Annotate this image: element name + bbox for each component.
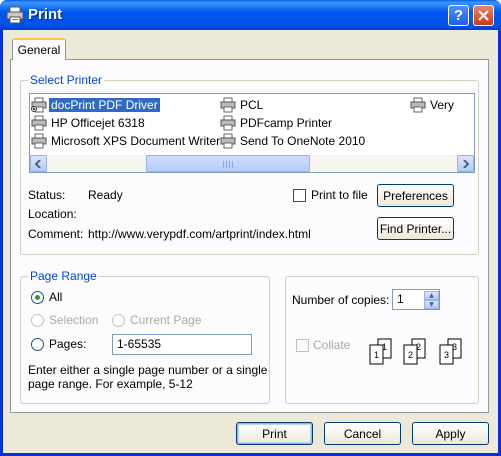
printer-icon: [410, 97, 426, 113]
printer-label: docPrint PDF Driver: [49, 98, 160, 112]
copies-spinner[interactable]: ▲ ▼: [424, 291, 439, 309]
select-printer-legend: Select Printer: [28, 73, 105, 87]
horizontal-scrollbar[interactable]: [30, 155, 474, 172]
collate-label[interactable]: Collate: [313, 338, 350, 352]
printer-icon: [6, 6, 24, 24]
preferences-button[interactable]: Preferences: [377, 184, 454, 207]
printer-item-onenote[interactable]: Send To OneNote 2010: [220, 133, 367, 149]
help-button[interactable]: ?: [448, 5, 469, 26]
close-icon: [478, 10, 489, 21]
svg-text:1: 1: [374, 350, 379, 360]
printer-icon: [31, 115, 47, 131]
grip-icon: [223, 161, 233, 168]
pages-radio[interactable]: [31, 338, 44, 351]
apply-button[interactable]: Apply: [412, 422, 489, 445]
print-dialog: Print ? General Select Printer docPrint …: [0, 0, 501, 456]
find-printer-button[interactable]: Find Printer...: [377, 217, 454, 240]
printer-icon: [31, 133, 47, 149]
tab-general[interactable]: General: [12, 38, 66, 60]
close-button[interactable]: [473, 5, 494, 26]
printer-label: Very: [430, 98, 455, 112]
page-range-group: Page Range All Selection Current Page Pa…: [20, 269, 270, 404]
pages-label[interactable]: Pages:: [49, 337, 86, 351]
selection-radio[interactable]: [31, 314, 44, 327]
scroll-thumb[interactable]: [146, 155, 310, 172]
printer-item-hp[interactable]: HP Officejet 6318: [31, 115, 147, 131]
cancel-button[interactable]: Cancel: [324, 422, 401, 445]
status-label: Status:: [28, 188, 66, 202]
dialog-client-area: General Select Printer docPrint PDF Driv…: [3, 30, 498, 453]
all-label[interactable]: All: [49, 290, 62, 304]
printer-list[interactable]: docPrint PDF Driver HP Officejet 6318 Mi…: [29, 93, 475, 173]
printer-item-xps[interactable]: Microsoft XPS Document Writer: [31, 133, 222, 149]
printer-label: Microsoft XPS Document Writer: [51, 134, 221, 148]
collate-illustration-icon: 1 1 2 2 3 3: [369, 338, 462, 365]
spin-down-icon[interactable]: ▼: [424, 300, 439, 309]
printer-label: PCL: [240, 98, 264, 112]
printer-item-pdfcamp[interactable]: PDFcamp Printer: [220, 115, 334, 131]
window-title: Print: [28, 6, 63, 23]
page-range-legend: Page Range: [28, 269, 99, 283]
arrow-right-icon: [463, 159, 469, 168]
copies-group: Number of copies: 1 ▲ ▼ Collate 1 1 2 2: [285, 276, 479, 404]
select-printer-group: Select Printer docPrint PDF Driver HP Of…: [20, 73, 479, 255]
printer-item-very[interactable]: Very: [410, 97, 474, 113]
selection-label[interactable]: Selection: [49, 313, 98, 327]
general-tab-panel: Select Printer docPrint PDF Driver HP Of…: [10, 59, 489, 413]
copies-value: 1: [397, 292, 404, 306]
comment-value: http://www.verypdf.com/artprint/index.ht…: [88, 227, 311, 241]
printer-item-docprint[interactable]: docPrint PDF Driver: [31, 97, 160, 113]
current-page-label[interactable]: Current Page: [130, 313, 201, 327]
printer-label: HP Officejet 6318: [51, 116, 145, 130]
scroll-right-button[interactable]: [457, 155, 474, 172]
arrow-left-icon: [35, 159, 41, 168]
page-range-hint-line1: Enter either a single page number or a s…: [28, 363, 268, 377]
number-of-copies-label: Number of copies:: [292, 293, 390, 307]
print-to-file-label[interactable]: Print to file: [311, 188, 368, 202]
printer-label: Send To OneNote 2010: [240, 134, 366, 148]
print-button[interactable]: Print: [236, 422, 313, 445]
spin-up-icon[interactable]: ▲: [424, 291, 439, 300]
svg-text:3: 3: [444, 350, 449, 360]
collate-checkbox[interactable]: [296, 339, 309, 352]
printer-icon: [220, 133, 236, 149]
title-bar[interactable]: Print ?: [0, 0, 501, 30]
comment-label: Comment:: [28, 227, 84, 241]
scroll-left-button[interactable]: [30, 155, 47, 172]
printer-label: PDFcamp Printer: [240, 116, 333, 130]
printer-icon: [31, 97, 47, 113]
location-label: Location:: [28, 207, 77, 221]
svg-text:2: 2: [408, 350, 413, 360]
current-page-radio[interactable]: [112, 314, 125, 327]
printer-item-pcl[interactable]: PCL: [220, 97, 265, 113]
pages-input[interactable]: 1-65535: [112, 334, 252, 355]
printer-icon: [220, 115, 236, 131]
status-value: Ready: [88, 188, 123, 202]
all-radio[interactable]: [31, 291, 44, 304]
page-range-hint-line2: page range. For example, 5-12: [28, 377, 193, 391]
printer-icon: [220, 97, 236, 113]
print-to-file-checkbox[interactable]: [293, 189, 306, 202]
